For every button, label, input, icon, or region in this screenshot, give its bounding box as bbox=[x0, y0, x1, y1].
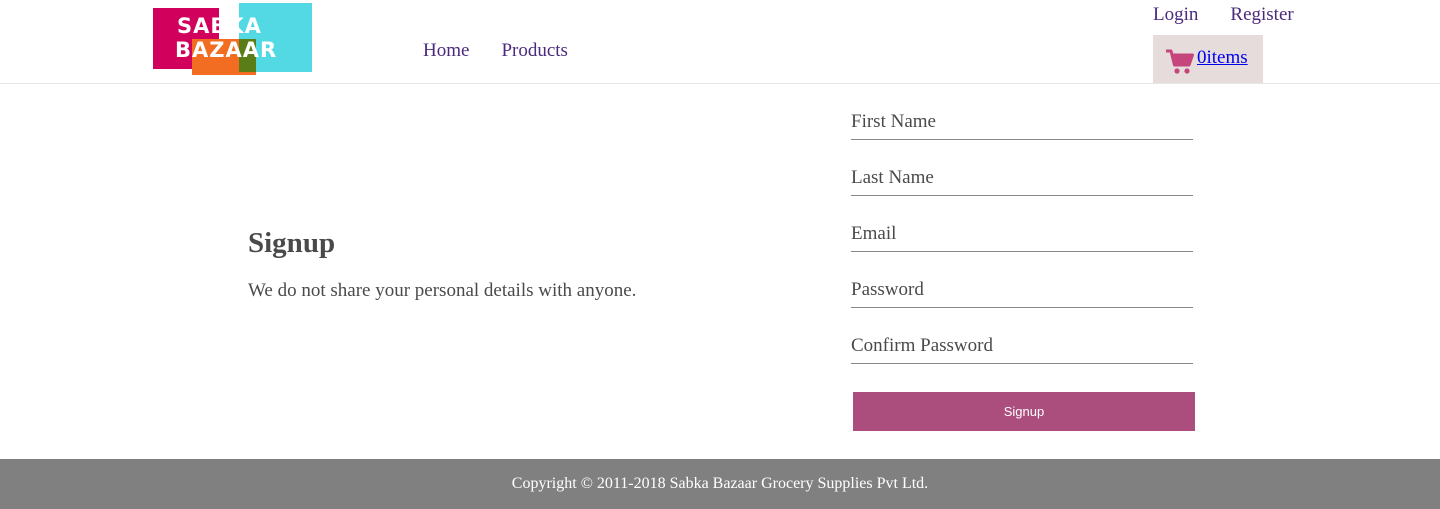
copyright-text: Copyright © 2011-2018 Sabka Bazaar Groce… bbox=[511, 475, 929, 492]
nav-link-products[interactable]: Products bbox=[501, 40, 568, 62]
cart-items-link[interactable]: 0items bbox=[1197, 47, 1248, 69]
cart-icon bbox=[1166, 49, 1194, 74]
first-name-field-wrapper bbox=[851, 104, 1193, 160]
email-field[interactable] bbox=[851, 216, 1193, 252]
password-field-wrapper bbox=[851, 272, 1193, 328]
email-field-wrapper bbox=[851, 216, 1193, 272]
signup-button[interactable]: Signup bbox=[853, 392, 1195, 431]
confirm-password-field-wrapper bbox=[851, 328, 1193, 384]
main-nav: Home Products bbox=[423, 40, 568, 62]
page-title: Signup bbox=[248, 227, 336, 259]
signup-intro: Signup We do not share your personal det… bbox=[248, 226, 636, 302]
page-subtitle: We do not share your personal details wi… bbox=[248, 280, 637, 301]
logo-line-1: SABKA bbox=[177, 14, 262, 38]
logo-text: SABKA BAZAAR bbox=[175, 14, 297, 62]
password-field[interactable] bbox=[851, 272, 1193, 308]
logo-line-2: BAZAAR bbox=[175, 38, 278, 62]
auth-links: Login Register bbox=[1153, 4, 1294, 26]
confirm-password-field[interactable] bbox=[851, 328, 1193, 364]
logo[interactable]: SABKA BAZAAR bbox=[153, 3, 312, 75]
site-footer: Copyright © 2011-2018 Sabka Bazaar Groce… bbox=[0, 459, 1440, 509]
cart-button[interactable]: 0items bbox=[1153, 35, 1263, 83]
register-link[interactable]: Register bbox=[1230, 4, 1293, 26]
last-name-field-wrapper bbox=[851, 160, 1193, 216]
signup-form bbox=[851, 104, 1193, 384]
first-name-field[interactable] bbox=[851, 104, 1193, 140]
nav-link-home[interactable]: Home bbox=[423, 40, 469, 62]
site-header: SABKA BAZAAR Home Products Login Registe… bbox=[0, 0, 1440, 84]
login-link[interactable]: Login bbox=[1153, 4, 1198, 26]
last-name-field[interactable] bbox=[851, 160, 1193, 196]
